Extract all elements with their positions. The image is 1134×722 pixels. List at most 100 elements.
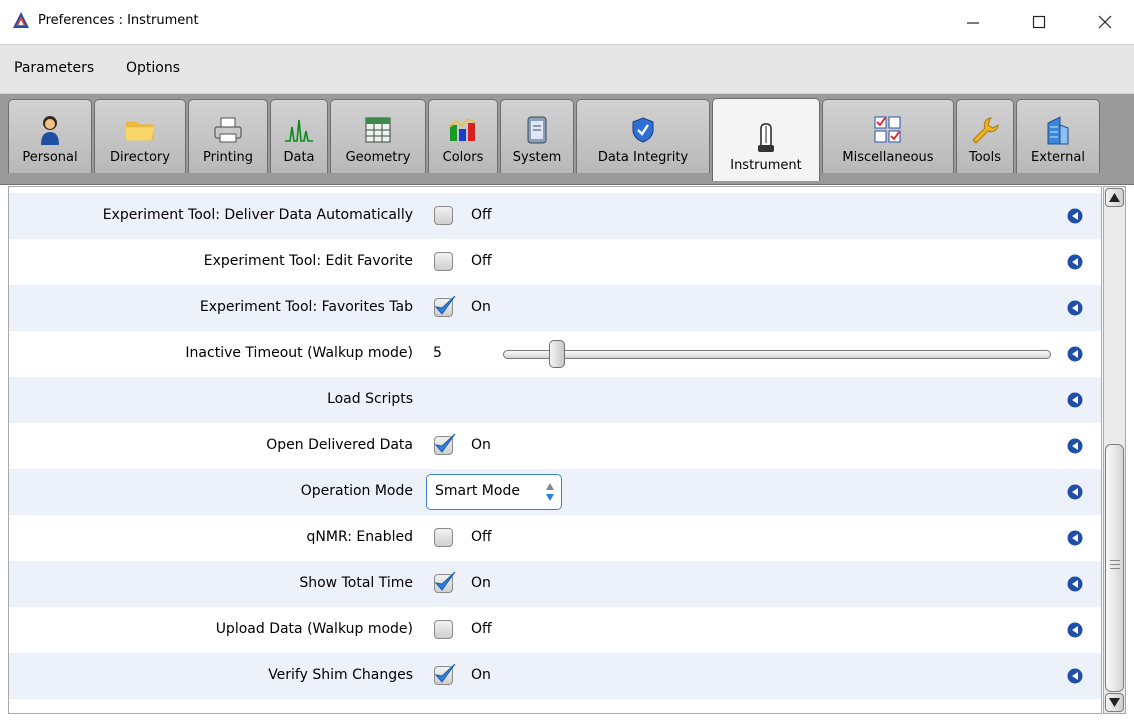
select-value: Smart Mode <box>435 483 520 499</box>
row-qnmr-enabled: qNMR: Enabled Off <box>9 515 1101 561</box>
colors-icon <box>448 114 478 146</box>
updown-arrows-icon <box>546 483 554 501</box>
tab-label: Data <box>283 150 315 165</box>
shield-icon <box>628 114 658 146</box>
info-arrow-icon[interactable] <box>1067 346 1083 362</box>
checkmark-icon <box>434 295 456 315</box>
tab-label: Directory <box>110 150 170 165</box>
scroll-up-button[interactable] <box>1105 188 1124 207</box>
row-favorites-tab: Experiment Tool: Favorites Tab On <box>9 285 1101 331</box>
checkmark-icon <box>434 433 456 453</box>
upload-data-checkbox[interactable] <box>434 620 453 639</box>
tab-tools[interactable]: Tools <box>956 99 1014 173</box>
qnmr-checkbox[interactable] <box>434 528 453 547</box>
tab-personal[interactable]: Personal <box>8 99 92 173</box>
scroll-thumb[interactable] <box>1105 444 1124 692</box>
edit-favorite-checkbox[interactable] <box>434 252 453 271</box>
info-arrow-icon[interactable] <box>1067 668 1083 684</box>
setting-value: 5 <box>433 345 442 361</box>
close-icon <box>1098 15 1112 29</box>
info-arrow-icon[interactable] <box>1067 392 1083 408</box>
tab-directory[interactable]: Directory <box>94 99 186 173</box>
info-arrow-icon[interactable] <box>1067 484 1083 500</box>
row-verify-shim-changes: Verify Shim Changes On <box>9 653 1101 699</box>
menu-parameters[interactable]: Parameters <box>14 60 94 76</box>
arrow-up-icon <box>1109 193 1120 202</box>
tab-data-integrity[interactable]: Data Integrity <box>576 99 710 173</box>
row-deliver-data-automatically: Experiment Tool: Deliver Data Automatica… <box>9 193 1101 239</box>
arrow-down-icon <box>1109 698 1120 707</box>
row-upload-data: Upload Data (Walkup mode) Off <box>9 607 1101 653</box>
grip-line <box>1110 568 1120 569</box>
deliver-data-checkbox[interactable] <box>434 206 453 225</box>
tab-printing[interactable]: Printing <box>188 99 268 173</box>
setting-label: Experiment Tool: Deliver Data Automatica… <box>102 207 413 223</box>
timeout-slider-thumb[interactable] <box>549 340 565 368</box>
folder-icon <box>125 114 155 146</box>
tab-external[interactable]: External <box>1016 99 1100 173</box>
tab-instrument[interactable]: Instrument <box>712 98 820 181</box>
setting-value: On <box>471 437 491 453</box>
setting-value: On <box>471 667 491 683</box>
tab-label: Printing <box>202 150 253 165</box>
vertical-scrollbar[interactable] <box>1103 186 1126 714</box>
title-bar: Preferences : Instrument <box>0 0 1134 44</box>
tab-geometry[interactable]: Geometry <box>330 99 426 173</box>
tab-data[interactable]: Data <box>270 99 328 173</box>
setting-label: Show Total Time <box>299 575 413 591</box>
row-operation-mode: Operation Mode Smart Mode <box>9 469 1101 515</box>
checkmark-icon <box>434 663 456 683</box>
menu-options[interactable]: Options <box>126 60 180 76</box>
info-arrow-icon[interactable] <box>1067 254 1083 270</box>
tab-label: Geometry <box>345 150 411 165</box>
grid-icon <box>363 114 393 146</box>
building-icon <box>1043 114 1073 146</box>
tab-label: Miscellaneous <box>842 150 934 165</box>
tab-label: System <box>512 150 562 165</box>
checkmark-icon <box>434 571 456 591</box>
setting-value: On <box>471 575 491 591</box>
row-open-delivered-data: Open Delivered Data On <box>9 423 1101 469</box>
info-arrow-icon[interactable] <box>1067 208 1083 224</box>
printer-icon <box>213 114 243 146</box>
tab-system[interactable]: System <box>500 99 574 173</box>
info-arrow-icon[interactable] <box>1067 576 1083 592</box>
info-arrow-icon[interactable] <box>1067 300 1083 316</box>
setting-label: Verify Shim Changes <box>268 667 413 683</box>
scroll-down-button[interactable] <box>1105 693 1124 712</box>
minimize-icon <box>967 22 979 24</box>
info-arrow-icon[interactable] <box>1067 530 1083 546</box>
setting-label: Operation Mode <box>300 483 413 499</box>
maximize-icon <box>1032 15 1046 29</box>
minimize-button[interactable] <box>950 0 996 44</box>
row-load-scripts: Load Scripts <box>9 377 1101 423</box>
grip-line <box>1110 560 1120 561</box>
person-icon <box>35 114 65 146</box>
preferences-list: Experiment Tool: Deliver Data Automatica… <box>8 186 1102 714</box>
menu-bar: Parameters Options <box>0 44 1134 94</box>
setting-label: Experiment Tool: Edit Favorite <box>203 253 413 269</box>
info-arrow-icon[interactable] <box>1067 622 1083 638</box>
tab-bar: Personal Directory Printing Data Geometr… <box>0 94 1134 185</box>
timeout-slider-track[interactable] <box>503 350 1051 359</box>
tab-label: External <box>1031 150 1085 165</box>
setting-label: qNMR: Enabled <box>306 529 413 545</box>
spectrum-icon <box>284 114 314 146</box>
maximize-button[interactable] <box>1016 0 1062 44</box>
setting-label: Upload Data (Walkup mode) <box>215 621 413 637</box>
checklist-icon <box>873 114 903 146</box>
grip-line <box>1110 564 1120 565</box>
setting-value: Off <box>471 529 492 545</box>
tab-miscellaneous[interactable]: Miscellaneous <box>822 99 954 173</box>
setting-label: Load Scripts <box>327 391 413 407</box>
close-button[interactable] <box>1082 0 1128 44</box>
info-arrow-icon[interactable] <box>1067 438 1083 454</box>
row-edit-favorite: Experiment Tool: Edit Favorite Off <box>9 239 1101 285</box>
setting-value: Off <box>471 207 492 223</box>
wrench-icon <box>970 114 1000 146</box>
tab-label: Personal <box>22 150 78 165</box>
tab-label: Colors <box>442 150 484 165</box>
tab-colors[interactable]: Colors <box>428 99 498 173</box>
window-title: Preferences : Instrument <box>38 13 199 28</box>
operation-mode-select[interactable]: Smart Mode <box>426 474 562 510</box>
